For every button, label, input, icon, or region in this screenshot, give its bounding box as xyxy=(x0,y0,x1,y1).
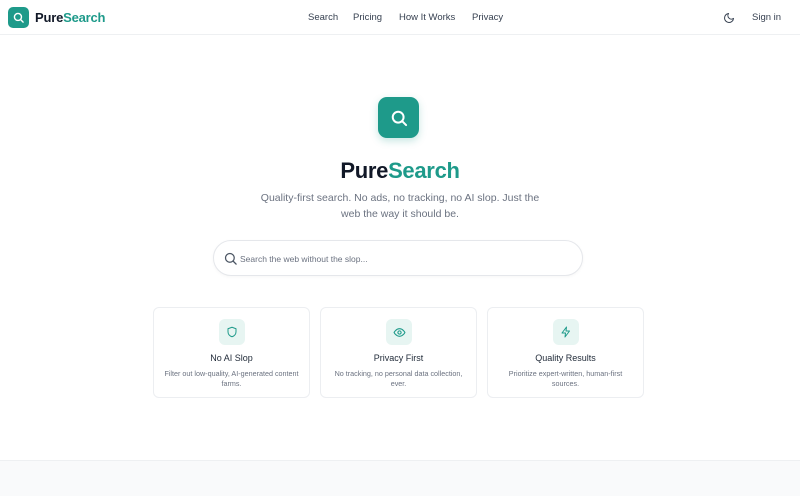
search-icon xyxy=(391,110,407,126)
feature-description: Prioritize expert-written, human-first s… xyxy=(508,369,623,388)
page-title: PureSearch xyxy=(340,158,460,183)
feature-description: Filter out low-quality, AI-generated con… xyxy=(164,369,299,388)
footer xyxy=(0,460,800,496)
feature-card-no-ai-slop: No AI Slop Filter out low-quality, AI-ge… xyxy=(153,307,310,398)
nav-link-pricing[interactable]: Pricing xyxy=(353,12,382,23)
feature-title: Privacy First xyxy=(373,353,424,363)
feature-card-quality-results: Quality Results Prioritize expert-writte… xyxy=(487,307,644,398)
moon-icon xyxy=(724,13,734,23)
feature-card-privacy-first: Privacy First No tracking, no personal d… xyxy=(320,307,477,398)
lightning-icon xyxy=(553,319,579,345)
search-icon xyxy=(224,252,237,265)
theme-toggle-button[interactable] xyxy=(721,10,737,26)
search-input[interactable] xyxy=(240,250,570,268)
eye-icon xyxy=(386,319,412,345)
sign-in-button[interactable]: Sign in xyxy=(752,12,781,23)
search-icon xyxy=(8,7,29,28)
nav-link-search[interactable]: Search xyxy=(308,12,338,23)
brand-logo-link[interactable]: PureSearch xyxy=(8,7,105,28)
brand-name: PureSearch xyxy=(35,10,106,25)
feature-title: Quality Results xyxy=(535,353,596,363)
shield-icon xyxy=(219,319,245,345)
feature-description: No tracking, no personal data collection… xyxy=(334,369,463,388)
feature-title: No AI Slop xyxy=(210,353,253,363)
top-navbar: PureSearch Search Pricing How It Works P… xyxy=(0,0,800,35)
nav-link-how-it-works[interactable]: How It Works xyxy=(399,12,455,23)
nav-link-privacy[interactable]: Privacy xyxy=(472,12,503,23)
hero-search-icon xyxy=(378,97,419,138)
page-subtitle: Quality-first search. No ads, no trackin… xyxy=(260,192,540,220)
search-bar[interactable] xyxy=(213,240,583,276)
